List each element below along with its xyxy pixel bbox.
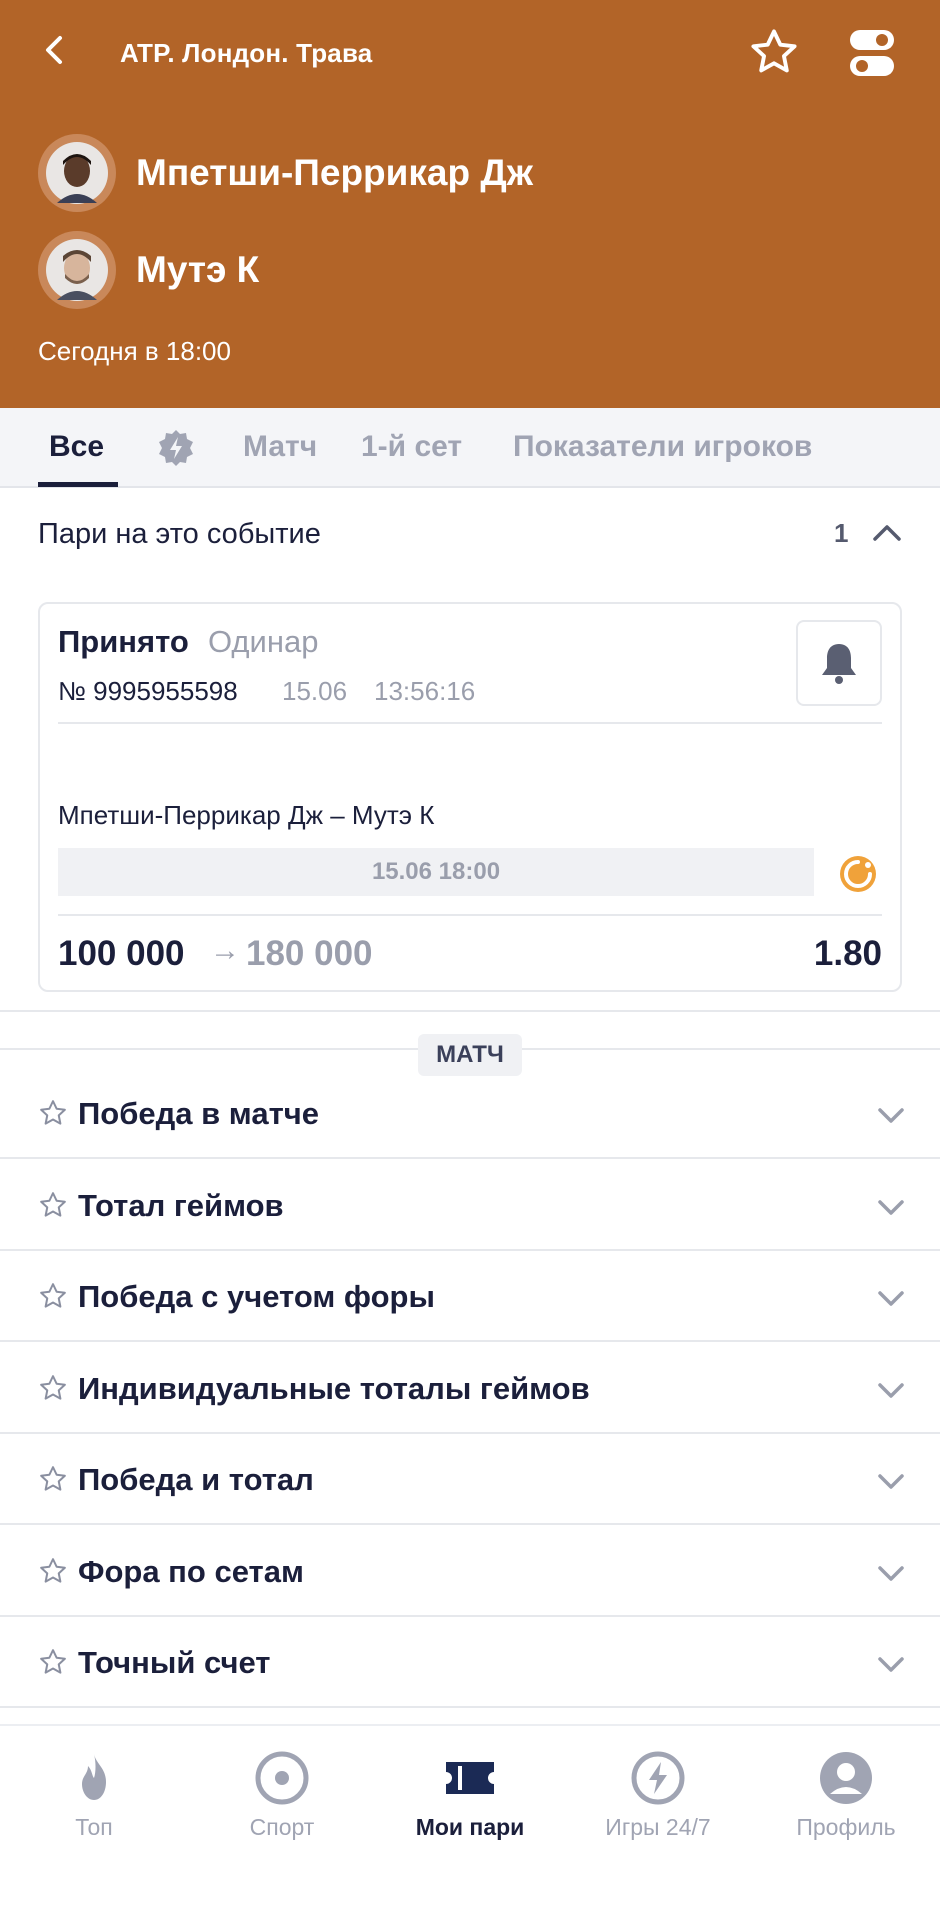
chevron-down-icon <box>878 1474 904 1489</box>
market-row[interactable]: Победа с учетом форы <box>0 1251 940 1342</box>
player-2-name: Мутэ К <box>136 249 260 290</box>
notify-button[interactable] <box>796 620 882 706</box>
profile-icon <box>820 1752 872 1804</box>
favorite-button[interactable] <box>746 24 802 80</box>
star-icon <box>751 29 797 73</box>
event-datetime: 15.06 18:00 <box>371 858 501 885</box>
ticket-icon <box>446 1762 494 1794</box>
bell-icon <box>822 644 856 684</box>
market-name: Тотал геймов <box>78 1187 284 1223</box>
divider <box>58 722 882 724</box>
divider <box>58 914 882 916</box>
tab-match[interactable]: Матч <box>243 430 317 464</box>
player-1-row: Мпетши-Перрикар Дж <box>38 134 533 212</box>
chevron-up-icon <box>873 525 901 541</box>
bottom-navigation: Топ Спорт Мои пари Игры 24/7 Профиль <box>0 1724 940 1920</box>
market-row[interactable]: Фора по сетам <box>0 1526 940 1617</box>
market-name: Победа и тотал <box>78 1462 314 1497</box>
match-start-time: Сегодня в 18:00 <box>38 336 231 366</box>
bets-section-title[interactable]: Пари на это событие <box>38 518 321 551</box>
settings-toggle-button[interactable] <box>848 28 896 78</box>
market-name: Победа в матче <box>78 1096 319 1131</box>
player-avatar-icon <box>46 142 108 204</box>
market-name: Победа с учетом форы <box>78 1279 435 1314</box>
nav-label: Спорт <box>249 1814 315 1840</box>
star-icon[interactable] <box>38 1556 68 1586</box>
nav-top[interactable]: Топ <box>0 1738 188 1858</box>
avatar <box>38 134 116 212</box>
chevron-down-icon <box>878 1108 904 1123</box>
collapse-button[interactable] <box>870 516 904 550</box>
star-icon[interactable] <box>38 1281 68 1311</box>
player-2-row: Мутэ К <box>38 231 259 309</box>
sport-icon <box>255 1751 309 1805</box>
nav-sport[interactable]: Спорт <box>188 1738 376 1858</box>
divider <box>0 1010 940 1012</box>
star-icon[interactable] <box>38 1190 68 1220</box>
market-row[interactable]: Победа в матче <box>0 1068 940 1159</box>
pending-status <box>838 854 878 894</box>
tab-first-set[interactable]: 1-й сет <box>361 430 462 464</box>
star-icon[interactable] <box>38 1098 68 1128</box>
nav-label: Топ <box>75 1814 113 1840</box>
chevron-left-icon <box>46 36 62 64</box>
active-tab-indicator <box>38 482 118 487</box>
lightning-icon <box>631 1751 685 1805</box>
boost-badge-icon <box>159 430 193 466</box>
chevron-down-icon <box>878 1382 904 1398</box>
nav-profile[interactable]: Профиль <box>752 1738 940 1858</box>
market-row[interactable]: Индивидуальные тоталы геймов <box>0 1343 940 1434</box>
nav-label: Профиль <box>796 1814 896 1840</box>
bet-type: Одинар <box>208 624 319 659</box>
fire-icon <box>82 1754 106 1800</box>
bets-count: 1 <box>834 518 849 548</box>
nav-my-bets[interactable]: Мои пари <box>376 1738 564 1858</box>
tab-all[interactable]: Все <box>49 430 104 464</box>
bet-odds: 1.80 <box>813 934 882 973</box>
event-datetime-bar: 15.06 18:00 <box>58 848 814 896</box>
player-avatar-icon <box>46 239 108 301</box>
match-header: ATP. Лондон. Трава Мпетши-Перрикар Дж Му… <box>0 0 940 408</box>
market-name: Точный счет <box>78 1645 271 1680</box>
bet-stake: 100 000 <box>58 934 185 973</box>
toggle-icon <box>850 30 894 76</box>
market-row[interactable]: Точный счет <box>0 1617 940 1708</box>
tab-player-stats[interactable]: Показатели игроков <box>513 430 812 464</box>
chevron-down-icon <box>878 1199 904 1215</box>
bet-status: Принято <box>58 624 189 659</box>
market-row[interactable]: Победа и тотал <box>0 1434 940 1525</box>
nav-label: Мои пари <box>415 1814 525 1840</box>
bet-time: 13:56:16 <box>374 676 476 706</box>
arrow-right-icon: → <box>210 934 240 967</box>
back-button[interactable] <box>34 30 74 70</box>
market-name: Индивидуальные тоталы геймов <box>78 1370 590 1406</box>
bet-potential-win: 180 000 <box>246 934 373 973</box>
chevron-down-icon <box>878 1291 904 1306</box>
pending-clock-icon <box>840 856 876 892</box>
bet-card[interactable]: Принято Одинар № 9995955598 15.06 13:56:… <box>38 602 902 992</box>
market-row[interactable]: Тотал геймов <box>0 1160 940 1251</box>
chevron-down-icon <box>878 1565 904 1581</box>
chevron-down-icon <box>878 1657 904 1672</box>
tournament-title: ATP. Лондон. Трава <box>120 38 373 68</box>
player-1-name: Мпетши-Перрикар Дж <box>136 152 533 193</box>
market-name: Фора по сетам <box>78 1553 304 1589</box>
bet-date: 15.06 <box>282 676 348 706</box>
nav-label: Игры 24/7 <box>605 1814 711 1840</box>
star-icon[interactable] <box>38 1373 68 1403</box>
star-icon[interactable] <box>38 1647 68 1677</box>
nav-games[interactable]: Игры 24/7 <box>564 1738 752 1858</box>
bet-event-name: Мпетши-Перрикар Дж – Мутэ К <box>58 800 435 830</box>
bet-number: № 9995955598 <box>58 676 238 706</box>
tab-boost[interactable] <box>156 428 196 468</box>
market-tabs: Все Матч 1-й сет Показатели игроков <box>0 408 940 488</box>
star-icon[interactable] <box>38 1464 68 1494</box>
avatar <box>38 231 116 309</box>
